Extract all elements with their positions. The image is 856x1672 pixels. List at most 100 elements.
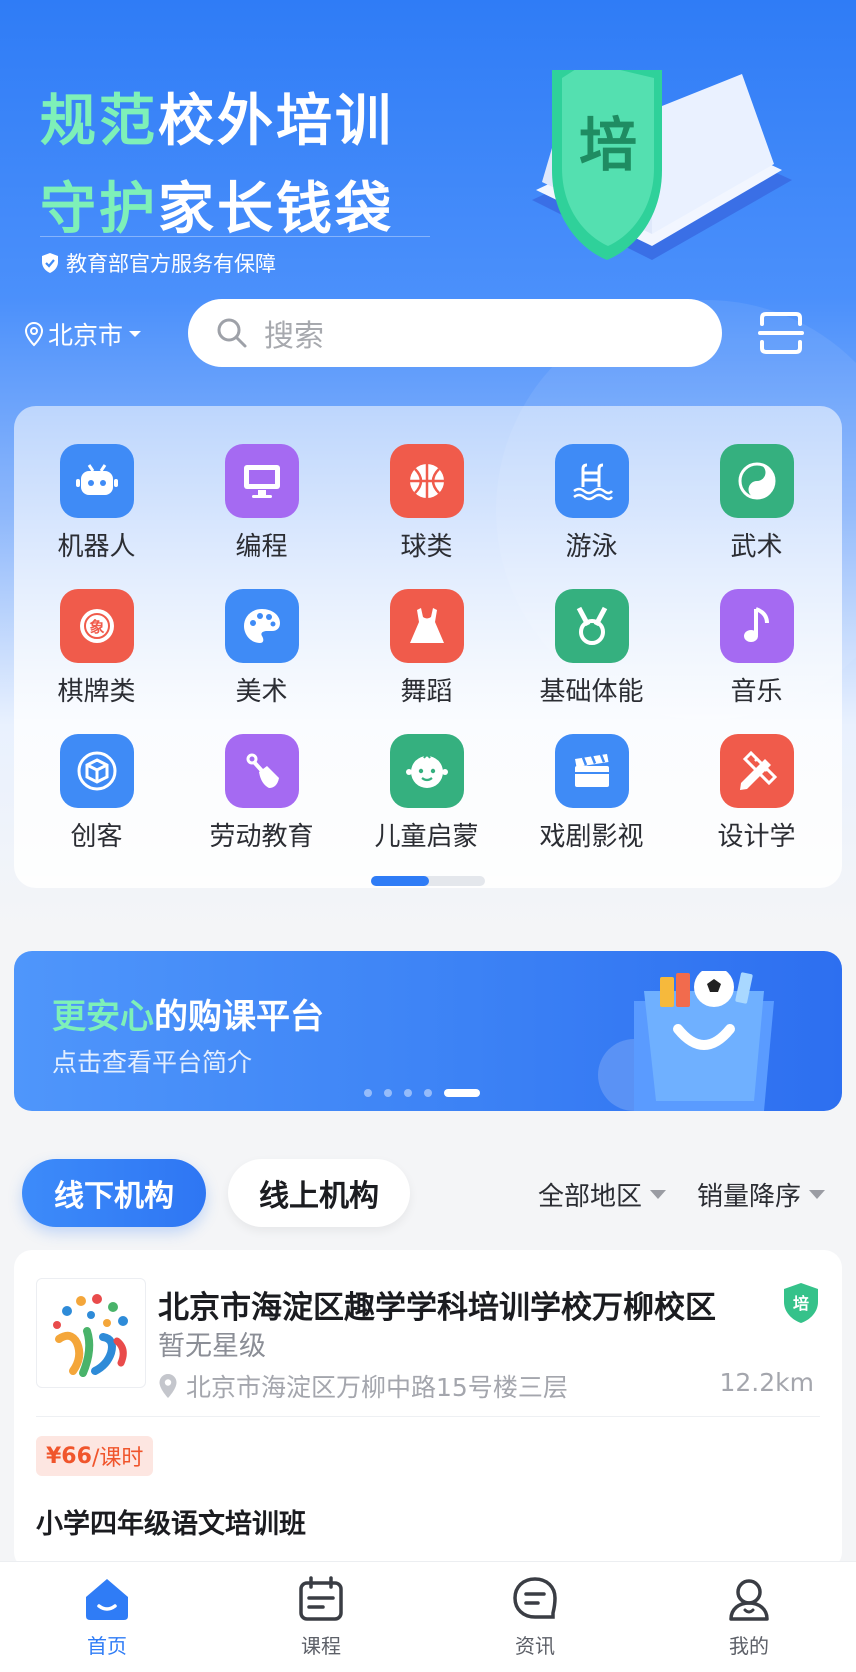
- category-drama-film[interactable]: 戏剧影视: [509, 734, 674, 853]
- music-note-icon: [719, 589, 794, 663]
- medal-icon: [554, 589, 629, 663]
- category-label: 劳动教育: [209, 822, 314, 852]
- book-shield-illustration: 培: [532, 70, 792, 260]
- institution-name: 北京市海淀区趣学学科培训学校万柳校区: [158, 1290, 716, 1326]
- category-music[interactable]: 音乐: [674, 589, 839, 708]
- tab-label: 我的: [729, 1634, 769, 1658]
- promo-title-highlight: 更安心: [52, 997, 154, 1037]
- caret-down-icon: [809, 1190, 826, 1199]
- category-chess[interactable]: 象 棋牌类: [14, 589, 179, 708]
- category-label: 创客: [70, 822, 123, 852]
- category-label: 儿童启蒙: [374, 822, 479, 852]
- basketball-icon: [389, 444, 464, 518]
- tab-online-institutions[interactable]: 线上机构: [228, 1159, 410, 1227]
- category-label: 武术: [730, 532, 783, 562]
- category-label: 基础体能: [539, 677, 644, 707]
- category-pager: [371, 876, 485, 886]
- tab-label: 课程: [301, 1634, 341, 1658]
- banner-dot: [424, 1089, 432, 1097]
- category-ball[interactable]: 球类: [344, 444, 509, 563]
- category-swimming[interactable]: 游泳: [509, 444, 674, 563]
- category-robot[interactable]: 机器人: [14, 444, 179, 563]
- category-art[interactable]: 美术: [179, 589, 344, 708]
- promo-title: 更安心的购课平台: [52, 989, 324, 1038]
- monitor-icon: [224, 444, 299, 518]
- category-design[interactable]: 设计学: [674, 734, 839, 853]
- institution-card[interactable]: 北京市海淀区趣学学科培训学校万柳校区 暂无星级 北京市海淀区万柳中路15号楼三层…: [14, 1250, 842, 1570]
- institution-rating: 暂无星级: [158, 1331, 266, 1362]
- shield-badge-char: 培: [793, 1294, 809, 1313]
- category-label: 音乐: [730, 677, 783, 707]
- tab-profile[interactable]: 我的: [689, 1576, 809, 1659]
- slogan-text-2: 家长钱袋: [158, 177, 394, 242]
- promo-banner[interactable]: 更安心的购课平台 点击查看平台简介: [14, 951, 842, 1111]
- book-badge-char: 培: [579, 111, 637, 179]
- promo-subtitle: 点击查看平台简介: [52, 1048, 253, 1077]
- region-filter-label: 全部地区: [538, 1182, 643, 1212]
- banner-dot: [404, 1089, 412, 1097]
- tab-offline-institutions[interactable]: 线下机构: [22, 1159, 206, 1227]
- category-label: 戏剧影视: [539, 822, 644, 852]
- hero-slogan: 规范校外培训 守护家长钱袋: [40, 78, 394, 254]
- category-programming[interactable]: 编程: [179, 444, 344, 563]
- user-icon: [729, 1579, 769, 1621]
- tab-home[interactable]: 首页: [47, 1576, 167, 1659]
- slogan-highlight-1: 规范: [40, 89, 158, 154]
- pager-indicator: [371, 876, 429, 886]
- category-fitness[interactable]: 基础体能: [509, 589, 674, 708]
- baby-face-icon: [389, 734, 464, 808]
- caret-down-icon: [650, 1190, 667, 1199]
- banner-dot: [364, 1089, 372, 1097]
- svg-text:象: 象: [89, 618, 104, 636]
- institution-logo: [36, 1278, 146, 1388]
- banner-dot-active: [444, 1089, 480, 1097]
- bottom-tab-bar: 首页 课程 资讯 我的: [0, 1561, 856, 1672]
- category-labor[interactable]: 劳动教育: [179, 734, 344, 853]
- category-label: 设计学: [717, 822, 796, 852]
- category-label: 舞蹈: [400, 677, 453, 707]
- certified-shield-icon: 培: [784, 1283, 818, 1323]
- chat-icon: [513, 1577, 557, 1619]
- category-label: 球类: [400, 532, 453, 562]
- dress-icon: [389, 589, 464, 663]
- city-selector[interactable]: 北京市: [24, 316, 143, 352]
- scan-icon[interactable]: [758, 310, 804, 356]
- search-input[interactable]: 搜索: [188, 299, 722, 367]
- category-label: 棋牌类: [57, 677, 136, 707]
- category-label: 机器人: [57, 532, 136, 562]
- tab-news[interactable]: 资讯: [475, 1576, 595, 1659]
- caret-down-icon: [129, 331, 142, 337]
- cube-icon: [59, 734, 134, 808]
- sort-filter[interactable]: 销量降序: [697, 1176, 826, 1213]
- category-martial-arts[interactable]: 武术: [674, 444, 839, 563]
- hero-divider: [40, 236, 430, 237]
- robot-icon: [59, 444, 134, 518]
- tab-courses[interactable]: 课程: [261, 1576, 381, 1659]
- price-unit: /课时: [91, 1446, 144, 1471]
- category-maker[interactable]: 创客: [14, 734, 179, 853]
- shovel-icon: [224, 734, 299, 808]
- pool-icon: [554, 444, 629, 518]
- address-text: 北京市海淀区万柳中路15号楼三层: [186, 1373, 568, 1402]
- search-icon: [217, 318, 247, 348]
- palette-icon: [224, 589, 299, 663]
- sort-filter-label: 销量降序: [697, 1182, 802, 1212]
- category-label: 编程: [235, 532, 288, 562]
- category-label: 美术: [235, 677, 288, 707]
- banner-pager: [364, 1089, 480, 1097]
- tab-label: 首页: [87, 1634, 127, 1658]
- guarantee-text: 教育部官方服务有保障: [66, 252, 276, 276]
- guarantee-note: 教育部官方服务有保障: [40, 248, 276, 278]
- region-filter[interactable]: 全部地区: [538, 1176, 667, 1213]
- search-placeholder: 搜索: [264, 319, 324, 354]
- tab-label: 资讯: [515, 1634, 555, 1658]
- category-dance[interactable]: 舞蹈: [344, 589, 509, 708]
- price-tag: ¥66/课时: [36, 1436, 154, 1476]
- category-early-education[interactable]: 儿童启蒙: [344, 734, 509, 853]
- home-icon: [86, 1579, 128, 1620]
- yinyang-icon: [719, 444, 794, 518]
- promo-title-rest: 的购课平台: [154, 997, 324, 1037]
- course-title[interactable]: 小学四年级语文培训班: [36, 1502, 306, 1541]
- slogan-text-1: 校外培训: [158, 89, 394, 154]
- location-pin-icon: [159, 1374, 177, 1398]
